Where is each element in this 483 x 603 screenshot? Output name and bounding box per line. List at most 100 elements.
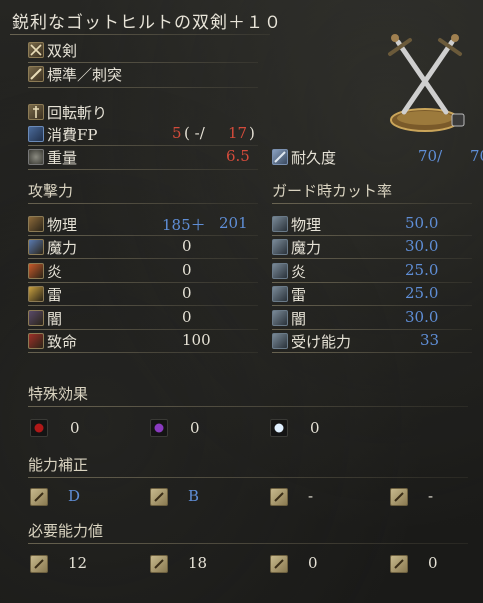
divider — [28, 328, 258, 330]
divider — [28, 258, 258, 260]
divider — [28, 352, 258, 353]
poison-icon — [150, 419, 168, 437]
special-heading: 特殊効果 — [28, 385, 89, 403]
requirements-heading: 必要能力値 — [28, 522, 104, 540]
divider — [28, 62, 258, 63]
guard-label: 受け能力 — [291, 333, 352, 351]
durability-max: 70 — [470, 147, 483, 165]
divider — [28, 477, 468, 478]
guard-2-icon — [272, 262, 288, 279]
attack-value: 0 — [182, 307, 192, 326]
weapon-type-icon — [28, 42, 44, 58]
weight-label: 重量 — [47, 149, 78, 167]
divider — [28, 235, 258, 236]
guard-label: 炎 — [291, 262, 307, 281]
attack-label: 炎 — [47, 262, 63, 281]
attack-type-icon — [28, 66, 44, 82]
attack-4-icon — [28, 309, 44, 326]
durability-icon — [272, 149, 288, 165]
attack-0-icon — [28, 216, 44, 232]
special-value: 0 — [190, 419, 200, 437]
divider — [28, 87, 258, 88]
attack-label: 致命 — [47, 333, 78, 351]
title-divider — [10, 34, 270, 35]
skill-name: 回転斬り — [47, 104, 108, 122]
guard-5-icon — [272, 333, 288, 349]
guard-value: 25.0 — [405, 260, 439, 279]
scaling-value: B — [188, 487, 200, 505]
attack-heading: 攻撃力 — [28, 182, 74, 200]
guard-3-icon — [272, 286, 288, 303]
guard-0-icon — [272, 216, 288, 232]
guard-value: 30.0 — [405, 237, 439, 256]
divider — [28, 543, 468, 544]
attack-3-icon — [28, 286, 44, 303]
divider — [272, 258, 472, 260]
frost-icon — [270, 419, 288, 437]
divider — [28, 145, 258, 146]
guard-value: 33 — [420, 331, 440, 349]
fp-max: 17 — [228, 124, 248, 142]
divider — [28, 169, 258, 170]
guard-heading: ガード時カット率 — [272, 182, 393, 200]
bleed-icon — [30, 419, 48, 437]
faith-icon — [390, 555, 408, 573]
guard-label: 魔力 — [291, 239, 322, 258]
attack-label: 雷 — [47, 286, 63, 305]
scaling-value: - — [308, 487, 314, 505]
attack-5-icon — [28, 333, 44, 349]
skill-icon — [28, 104, 44, 120]
fp-icon — [28, 126, 44, 142]
durability-value: 70/ — [418, 147, 443, 165]
guard-label: 物理 — [291, 216, 322, 234]
fp-close: ) — [249, 124, 255, 142]
guard-value: 50.0 — [405, 214, 439, 232]
requirements-value: 18 — [188, 554, 208, 572]
divider — [272, 203, 472, 204]
weight-icon — [28, 149, 44, 165]
attack-1-icon — [28, 239, 44, 256]
divider — [272, 305, 472, 307]
guard-1-icon — [272, 239, 288, 256]
fp-value: 5 — [172, 124, 182, 142]
divider — [272, 281, 472, 283]
requirements-value: 12 — [68, 554, 88, 572]
requirements-value: 0 — [428, 554, 438, 572]
attack-label: 物理 — [47, 216, 78, 234]
attack-bonus-value: 201 — [219, 214, 248, 232]
strength-icon — [30, 488, 48, 506]
strength-icon — [30, 555, 48, 573]
weapon-image — [380, 32, 470, 137]
divider — [272, 352, 472, 353]
divider — [272, 328, 472, 330]
divider — [28, 406, 468, 407]
divider — [28, 305, 258, 307]
divider — [272, 235, 472, 236]
guard-value: 30.0 — [405, 307, 439, 326]
guard-4-icon — [272, 309, 288, 326]
fp-mid: ( -/ — [184, 124, 205, 142]
weapon-type: 双剣 — [47, 42, 78, 60]
special-value: 0 — [310, 419, 320, 437]
fp-label: 消費FP — [47, 126, 98, 144]
durability-label: 耐久度 — [291, 149, 337, 167]
weight-value: 6.5 — [226, 147, 250, 165]
special-value: 0 — [70, 419, 80, 437]
attack-value: 0 — [182, 284, 192, 303]
attack-value: 185＋ — [162, 216, 206, 234]
attack-2-icon — [28, 262, 44, 279]
scaling-value: D — [68, 487, 81, 505]
guard-label: 雷 — [291, 286, 307, 305]
requirements-value: 0 — [308, 554, 318, 572]
divider — [28, 203, 258, 204]
scaling-value: - — [428, 487, 434, 505]
dexterity-icon — [150, 488, 168, 506]
scaling-heading: 能力補正 — [28, 456, 89, 474]
attack-value: 0 — [182, 237, 192, 256]
intelligence-icon — [270, 555, 288, 573]
attack-value: 0 — [182, 260, 192, 279]
attack-value: 100 — [182, 331, 211, 349]
attack-label: 闇 — [47, 309, 63, 328]
divider — [28, 281, 258, 283]
attack-type: 標準／刺突 — [47, 66, 123, 84]
